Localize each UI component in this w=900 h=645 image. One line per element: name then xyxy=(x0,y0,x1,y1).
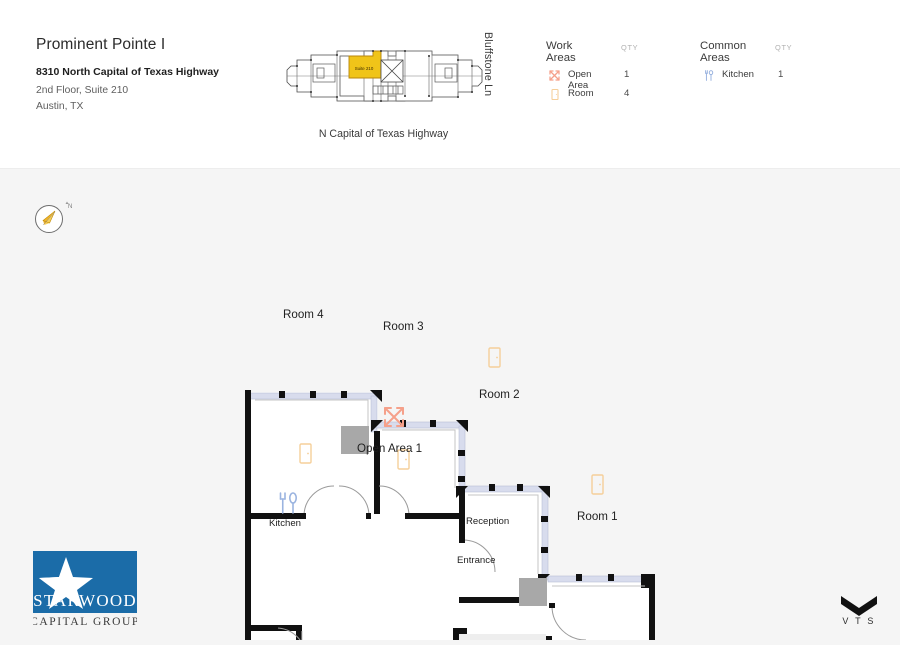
vts-chevron-icon xyxy=(841,596,877,616)
starwood-tagline: CAPITAL GROUP xyxy=(33,616,137,628)
legend-qty-open-area: 1 xyxy=(624,69,630,80)
starwood-capital-group-logo: STARWOOD CAPITAL GROUP xyxy=(30,551,138,629)
room-label-open-area-1[interactable]: Open Area 1 xyxy=(357,442,422,455)
legend-work-qty-header: QTY xyxy=(621,43,639,52)
legend-label-room: Room xyxy=(568,88,594,99)
legend-common-title: Common Areas xyxy=(700,40,747,64)
key-map[interactable]: Suite 210 N Capital of Texas Highway Blu… xyxy=(277,30,497,140)
page-header: Prominent Pointe I 8310 North Capital of… xyxy=(0,0,900,169)
room-label-room-3[interactable]: Room 3 xyxy=(383,320,424,333)
page-title: Prominent Pointe I xyxy=(36,36,166,53)
open-area-icon xyxy=(548,69,561,82)
legend-qty-room: 4 xyxy=(624,88,630,99)
kitchen-icon xyxy=(702,69,715,82)
starwood-wordmark: STARWOOD xyxy=(33,591,137,610)
legend-qty-kitchen: 1 xyxy=(778,69,784,80)
vts-wordmark: V T S xyxy=(842,616,875,626)
building-address-street: 8310 North Capital of Texas Highway xyxy=(36,66,220,78)
legend-label-kitchen: Kitchen xyxy=(722,69,754,80)
room-label-reception[interactable]: Reception xyxy=(466,516,509,527)
vts-logo: V T S xyxy=(838,590,880,626)
legend-work-title: Work Areas xyxy=(546,40,576,64)
svg-text:Suite 210: Suite 210 xyxy=(355,66,374,71)
room-label-kitchen[interactable]: Kitchen xyxy=(269,518,301,529)
room-2-icon xyxy=(488,347,501,368)
room-label-room-2[interactable]: Room 2 xyxy=(479,388,520,401)
building-address-floor: 2nd Floor, Suite 210 xyxy=(36,85,129,96)
room-label-entrance[interactable]: Entrance xyxy=(457,555,495,566)
building-info-block: Prominent Pointe I 8310 North Capital of… xyxy=(36,36,219,117)
key-map-street-label: N Capital of Texas Highway xyxy=(318,128,449,140)
room-1-icon xyxy=(591,474,604,495)
key-map-side-street-label: Bluffstone Ln xyxy=(482,32,494,97)
building-address-city: Austin, TX xyxy=(36,101,84,112)
room-icon xyxy=(548,88,561,101)
room-label-room-4[interactable]: Room 4 xyxy=(283,308,324,321)
key-map-diagram: Suite 210 xyxy=(286,50,483,102)
reception-area-fill xyxy=(459,634,546,645)
room-label-room-1[interactable]: Room 1 xyxy=(577,510,618,523)
legend-common-qty-header: QTY xyxy=(775,43,793,52)
